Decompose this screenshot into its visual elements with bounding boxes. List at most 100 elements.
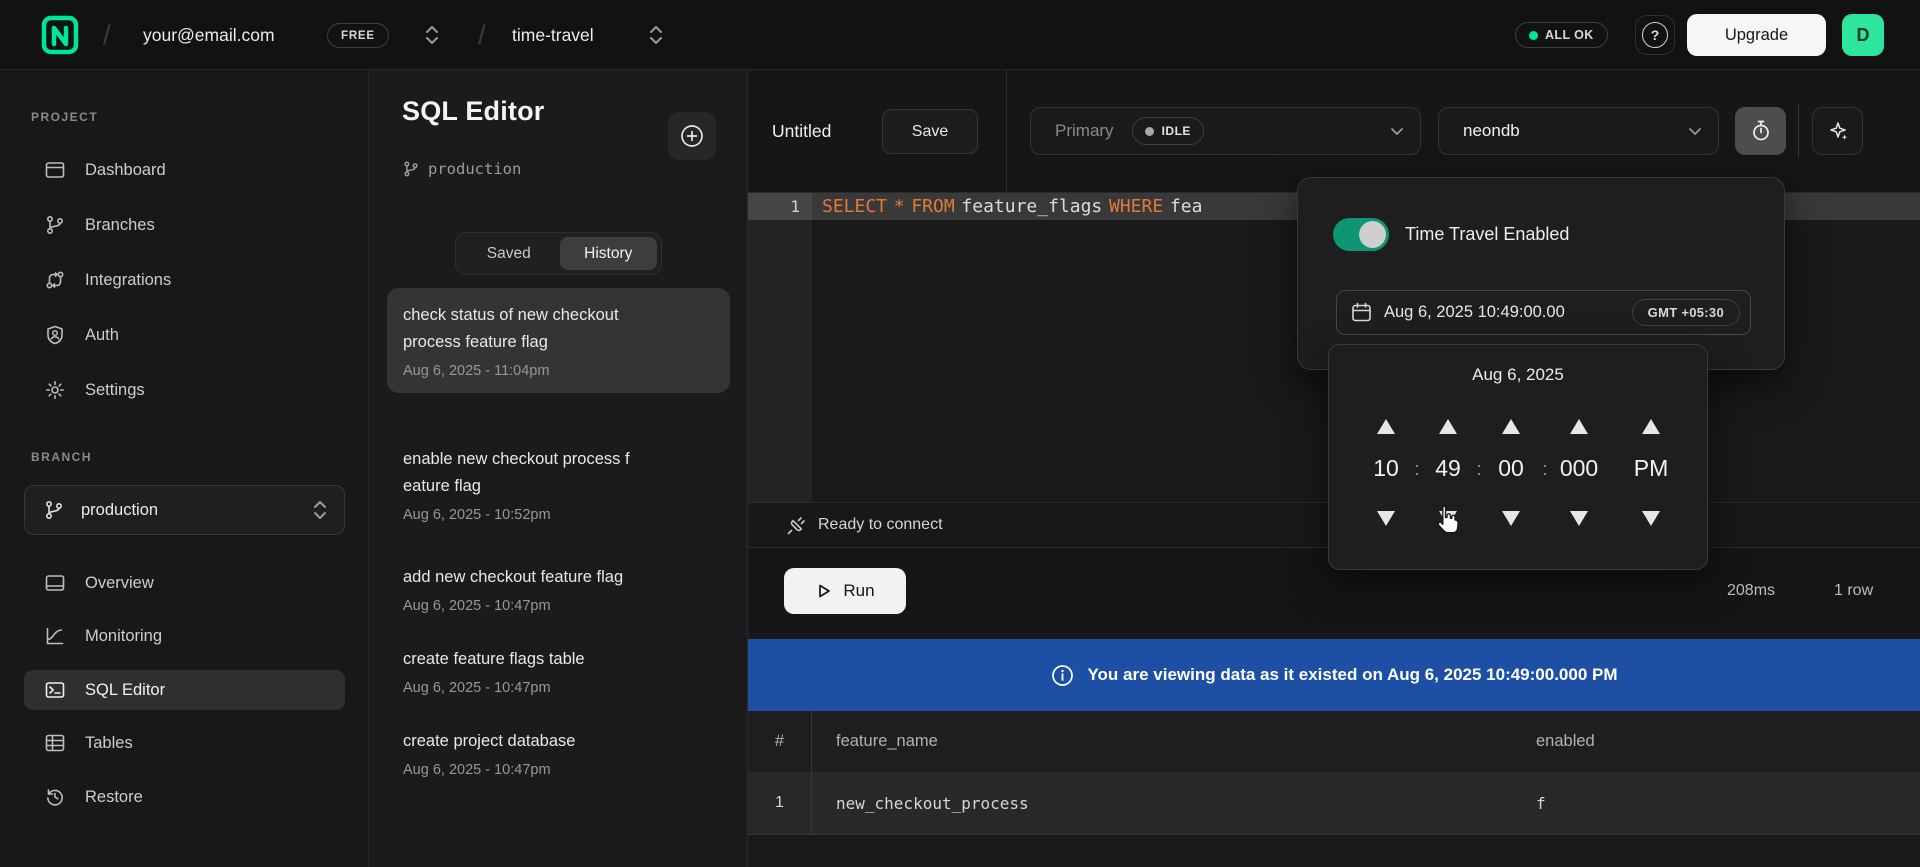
ai-assist-button[interactable] <box>1812 107 1863 155</box>
history-item-date: Aug 6, 2025 - 10:47pm <box>403 762 714 778</box>
meridiem-up-button[interactable] <box>1642 419 1660 434</box>
sidebar-item-label: Restore <box>85 788 143 807</box>
sidebar-item-dashboard[interactable]: Dashboard <box>24 150 345 190</box>
database-select-value: neondb <box>1463 121 1520 141</box>
tab-history[interactable]: History <box>560 237 658 270</box>
hours-down-button[interactable] <box>1377 511 1395 526</box>
sidebar-item-restore[interactable]: Restore <box>24 777 345 817</box>
git-branch-icon <box>44 214 66 236</box>
history-item[interactable]: check status of new checkout process fea… <box>387 288 730 393</box>
sidebar-item-branches[interactable]: Branches <box>24 205 345 245</box>
sidebar-item-tables[interactable]: Tables <box>24 723 345 763</box>
sidebar-item-auth[interactable]: Auth <box>24 315 345 355</box>
datetime-picker: Aug 6, 2025 10 : 49 : 00 : 000 PM <box>1328 344 1708 570</box>
history-item-title: check status of new checkout <box>403 302 714 329</box>
sql-token: FROM <box>911 196 954 217</box>
history-item-date: Aug 6, 2025 - 10:52pm <box>403 507 714 523</box>
avatar[interactable]: D <box>1842 14 1884 56</box>
seconds-up-button[interactable] <box>1502 419 1520 434</box>
sidebar-item-overview[interactable]: Overview <box>24 563 345 603</box>
millis-down-button[interactable] <box>1570 511 1588 526</box>
editor-header: Untitled Save Primary IDLE neondb <box>748 70 1920 193</box>
compute-select[interactable]: Primary IDLE <box>1030 107 1421 155</box>
sidebar-item-label: Dashboard <box>85 161 166 180</box>
meridiem-down-button[interactable] <box>1642 511 1660 526</box>
header-cell-enabled: enabled <box>1512 732 1595 751</box>
panel-branch: production <box>402 160 521 178</box>
sidebar-item-sql-editor[interactable]: SQL Editor <box>24 670 345 710</box>
table-row[interactable]: 1 new_checkout_process f <box>748 772 1920 835</box>
branch-selector[interactable]: production <box>24 485 345 535</box>
sql-code-line: SELECT * FROM feature_flags WHERE fea <box>822 193 1202 220</box>
sidebar-item-integrations[interactable]: Integrations <box>24 260 345 300</box>
time-travel-banner: You are viewing data as it existed on Au… <box>748 639 1920 711</box>
sidebar-section-project: PROJECT <box>31 110 98 124</box>
history-item-title: create project database <box>403 728 714 755</box>
history-item[interactable]: add new checkout feature flag Aug 6, 202… <box>387 550 730 628</box>
sidebar-item-label: Settings <box>85 381 145 400</box>
sql-token: fea <box>1170 196 1203 217</box>
datetime-input[interactable]: Aug 6, 2025 10:49:00.00 GMT +05:30 <box>1336 290 1751 335</box>
triangle-down-icon <box>1570 511 1588 526</box>
hours-up-button[interactable] <box>1377 419 1395 434</box>
sidebar-item-settings[interactable]: Settings <box>24 370 345 410</box>
stopwatch-icon <box>1749 119 1773 143</box>
sidebar-item-label: SQL Editor <box>85 681 165 700</box>
history-item-title: enable new checkout process f <box>403 446 714 473</box>
line-number: 1 <box>748 193 800 220</box>
calendar-icon <box>1350 301 1373 324</box>
minutes-up-button[interactable] <box>1439 419 1457 434</box>
auth-shield-icon <box>44 324 66 346</box>
time-separator: : <box>1476 459 1481 480</box>
hours-value: 10 <box>1373 455 1399 482</box>
minutes-value: 49 <box>1435 455 1461 482</box>
time-travel-popover: Time Travel Enabled Aug 6, 2025 10:49:00… <box>1297 177 1785 370</box>
history-item-date: Aug 6, 2025 - 11:04pm <box>403 363 714 379</box>
history-item[interactable]: create project database Aug 6, 2025 - 10… <box>387 714 730 792</box>
sidebar-item-label: Branches <box>85 216 155 235</box>
time-travel-toggle-label: Time Travel Enabled <box>1405 218 1569 251</box>
save-button[interactable]: Save <box>882 109 978 154</box>
timezone-badge: GMT +05:30 <box>1632 299 1740 326</box>
tab-saved[interactable]: Saved <box>460 237 558 270</box>
status-badge[interactable]: ALL OK <box>1515 22 1608 48</box>
time-travel-toggle[interactable] <box>1333 218 1389 251</box>
millis-up-button[interactable] <box>1570 419 1588 434</box>
triangle-up-icon <box>1439 419 1457 434</box>
header-cell-feature-name: feature_name <box>812 732 1512 751</box>
seconds-down-button[interactable] <box>1502 511 1520 526</box>
history-item[interactable]: create feature flags table Aug 6, 2025 -… <box>387 632 730 710</box>
sql-token: * <box>894 196 905 217</box>
upgrade-button[interactable]: Upgrade <box>1687 14 1826 56</box>
panel-branch-label: production <box>428 160 521 178</box>
query-tab-title[interactable]: Untitled <box>772 70 831 193</box>
status-badge-label: ALL OK <box>1545 28 1594 42</box>
connection-status-text: Ready to connect <box>818 516 943 534</box>
sparkles-icon <box>1826 119 1850 143</box>
neon-logo-icon[interactable] <box>40 14 82 56</box>
question-mark-icon: ? <box>1642 22 1668 48</box>
breadcrumb-org[interactable]: your@email.com <box>143 0 275 70</box>
run-button[interactable]: Run <box>784 568 906 614</box>
status-ok-dot-icon <box>1529 31 1538 40</box>
database-select[interactable]: neondb <box>1438 107 1719 155</box>
picker-date-header: Aug 6, 2025 <box>1329 365 1707 385</box>
top-bar: / your@email.com FREE / time-travel ALL … <box>0 0 1920 70</box>
history-item[interactable]: enable new checkout process f eature fla… <box>387 432 730 537</box>
millis-value: 000 <box>1560 455 1598 482</box>
new-query-button[interactable] <box>668 112 716 160</box>
sidebar-item-monitoring[interactable]: Monitoring <box>24 616 345 656</box>
project-switcher-chevrons-icon[interactable] <box>648 24 664 46</box>
compute-status-label: IDLE <box>1162 124 1191 138</box>
org-switcher-chevrons-icon[interactable] <box>424 24 440 46</box>
mouse-cursor-hand-icon <box>1432 504 1462 536</box>
compute-select-value: Primary <box>1055 121 1114 141</box>
help-button[interactable]: ? <box>1635 15 1675 55</box>
breadcrumb-project[interactable]: time-travel <box>512 0 594 70</box>
query-duration: 208ms <box>1727 548 1775 633</box>
triangle-up-icon <box>1642 419 1660 434</box>
time-travel-button[interactable] <box>1735 107 1786 155</box>
git-branch-icon <box>43 499 65 521</box>
time-separator: : <box>1414 459 1419 480</box>
git-branch-icon <box>402 160 420 178</box>
